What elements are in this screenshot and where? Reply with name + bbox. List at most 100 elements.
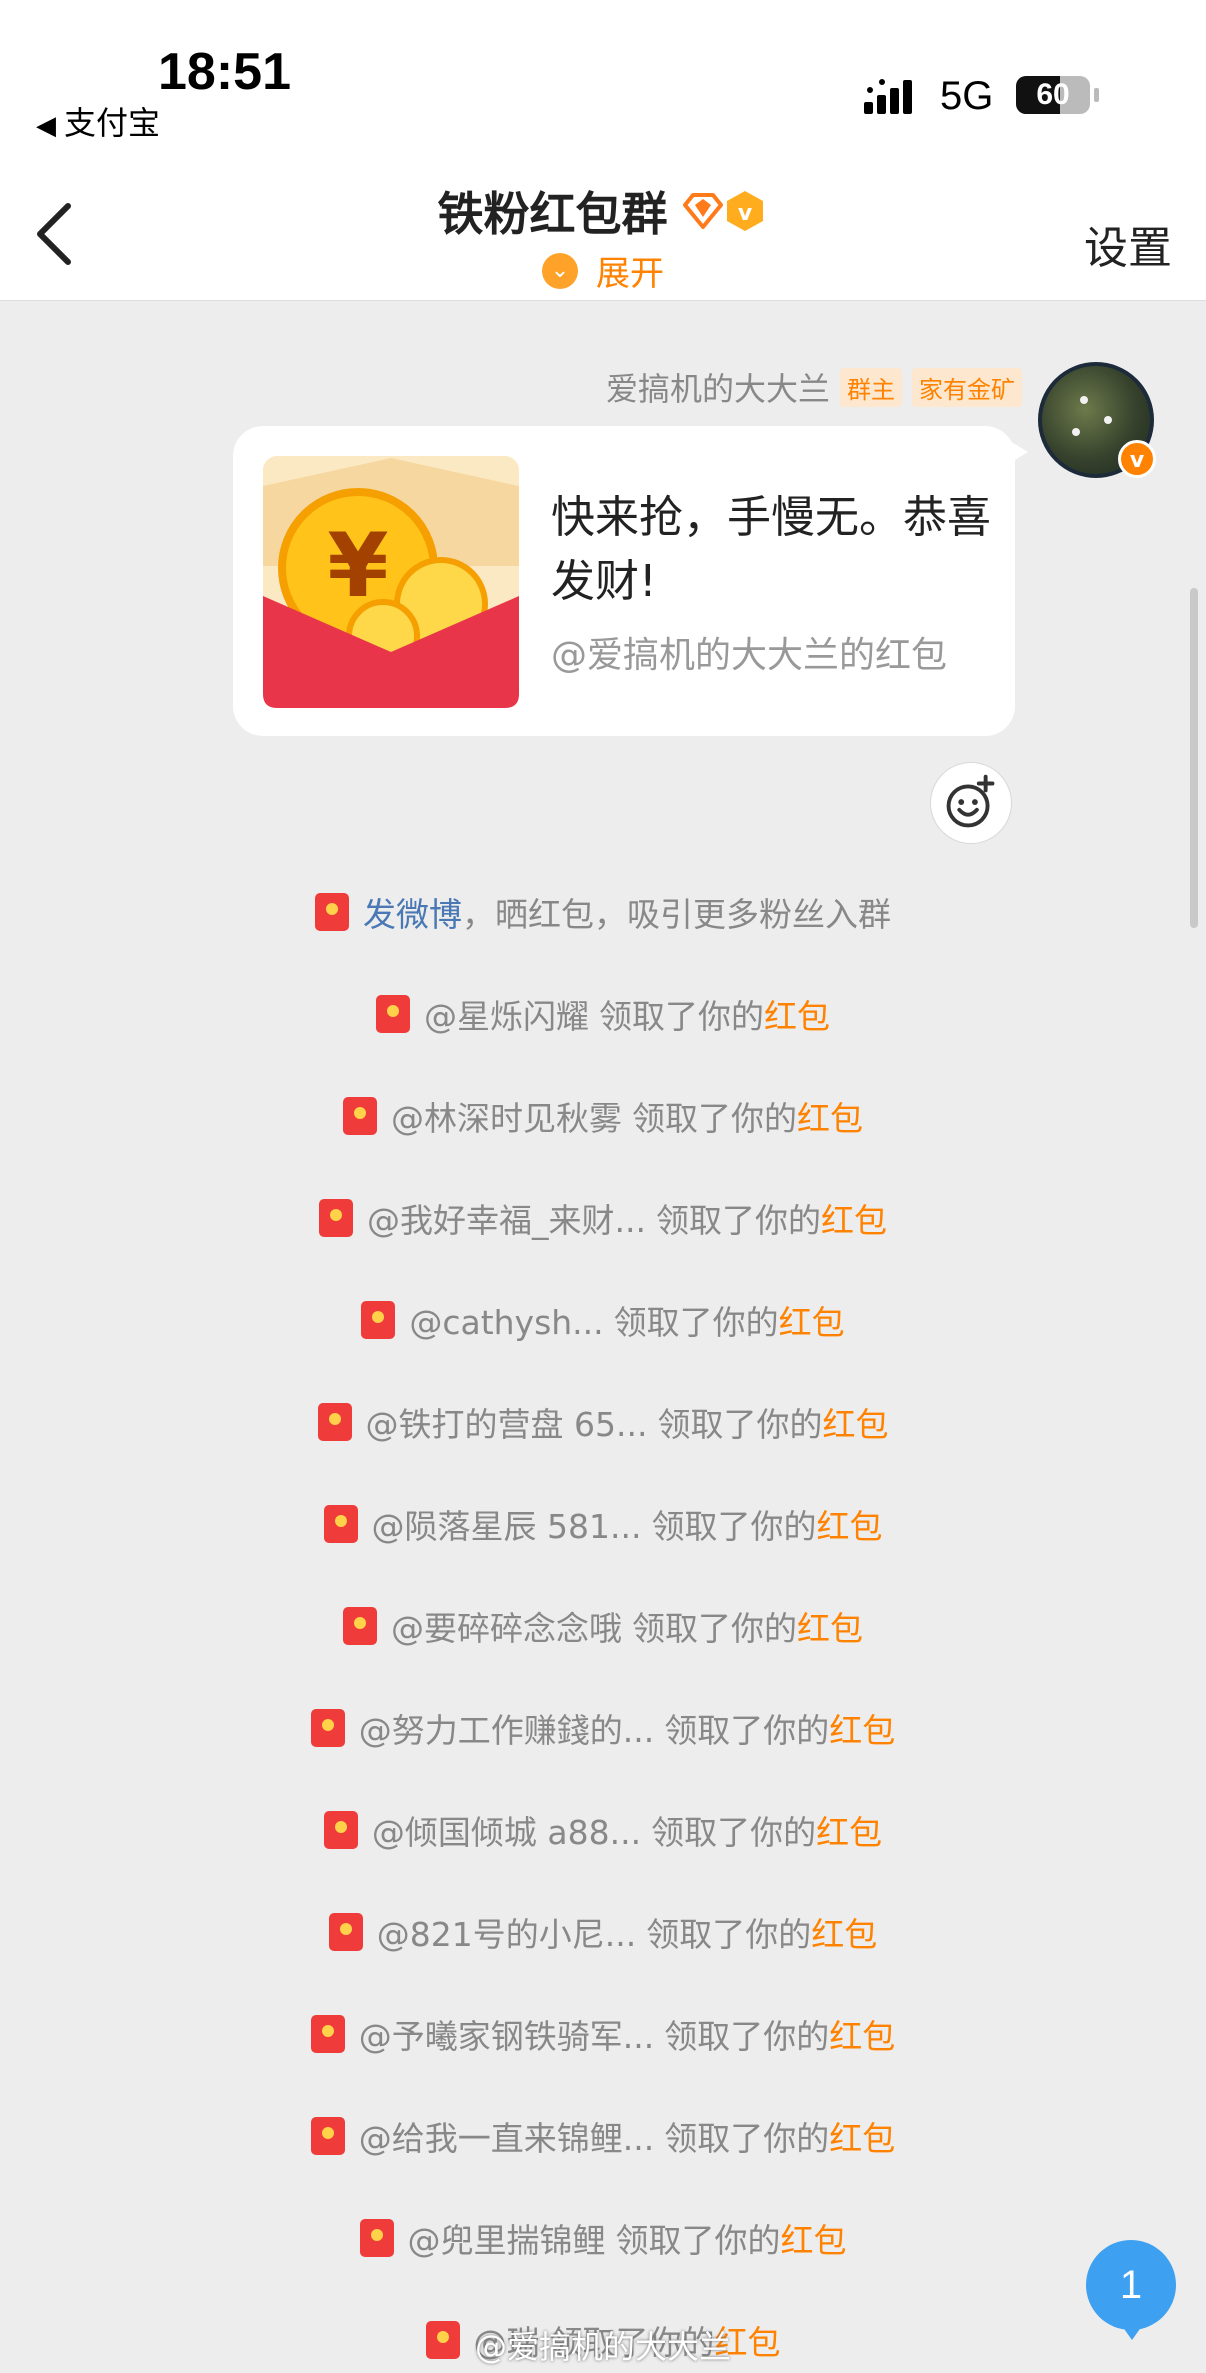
add-reaction-icon[interactable] <box>930 762 1012 844</box>
red-envelope-icon: ¥ <box>263 456 519 708</box>
claim-verb: 领取了你的 <box>651 1507 817 1546</box>
claim-item-link[interactable]: 红包 <box>811 1915 877 1954</box>
post-weibo-link[interactable]: 发微博 <box>363 895 462 934</box>
claim-item-link[interactable]: 红包 <box>829 2017 895 2056</box>
claim-user[interactable]: @821号的小尼... <box>377 1915 636 1954</box>
claim-user[interactable]: @予曦家钢铁骑军... <box>359 2017 654 2056</box>
red-packet-card[interactable]: ¥ 快来抢，手慢无。恭喜发财! @爱搞机的大大兰的红包 <box>233 426 1015 736</box>
claim-notice: @我好幸福_来财... 领取了你的红包 <box>0 1194 1206 1242</box>
battery-percent: 60 <box>1036 78 1070 111</box>
battery-cap <box>1094 88 1099 102</box>
claim-user[interactable]: @陨落星辰 581... <box>372 1507 642 1546</box>
network-type: 5G <box>940 74 994 118</box>
red-packet-icon <box>328 1913 363 1951</box>
claim-item-link[interactable]: 红包 <box>781 2221 847 2260</box>
claim-item-link[interactable]: 红包 <box>764 997 830 1036</box>
owner-tag: 群主 <box>840 367 902 407</box>
red-packet-icon <box>317 1403 352 1441</box>
claim-notice: @予曦家钢铁骑军... 领取了你的红包 <box>0 2010 1206 2058</box>
red-packet-icon <box>310 2117 345 2155</box>
claim-item-link[interactable]: 红包 <box>715 2323 781 2362</box>
title-row: 铁粉红包群 v <box>0 178 1206 244</box>
claim-item-link[interactable]: 红包 <box>816 1813 882 1852</box>
red-packet-source: @爱搞机的大大兰的红包 <box>551 635 948 676</box>
claim-item-link[interactable]: 红包 <box>779 1303 845 1342</box>
claim-verb: 领取了你的 <box>664 2119 830 2158</box>
red-packet-icon <box>323 1505 358 1543</box>
red-packet-title: 快来抢，手慢无。恭喜发财! <box>551 492 991 607</box>
claim-notice: @兜里揣锦鲤 领取了你的红包 <box>0 2214 1206 2262</box>
sender-row: 爱搞机的大大兰 群主 家有金矿 <box>606 364 1022 410</box>
claim-verb: 领取了你的 <box>632 1609 797 1648</box>
claim-user[interactable]: @兜里揣锦鲤 <box>408 2221 606 2260</box>
chat-header: 铁粉红包群 v ⌄ 展开 设置 <box>0 168 1206 301</box>
claim-notice: @陨落星辰 581... 领取了你的红包 <box>0 1500 1206 1548</box>
claim-verb: 领取了你的 <box>646 1915 812 1954</box>
clock: 18:51 <box>158 43 291 101</box>
verified-badge-icon: v <box>1118 440 1156 478</box>
claim-notice: @给我一直来锦鲤... 领取了你的红包 <box>0 2112 1206 2160</box>
claim-notice: @瑞 领取了你的红包 <box>0 2316 1206 2364</box>
share-weibo-prompt: 发微博，晒红包，吸引更多粉丝入群 <box>0 888 1206 936</box>
claim-verb: 领取了你的 <box>651 1813 817 1852</box>
claim-item-link[interactable]: 红包 <box>822 1405 888 1444</box>
claim-notice: @努力工作赚錢的... 领取了你的红包 <box>0 1704 1206 1752</box>
claim-user[interactable]: @努力工作赚錢的... <box>359 1711 654 1750</box>
claim-notice: @cathysh... 领取了你的红包 <box>0 1296 1206 1344</box>
expand-toggle[interactable]: ⌄ 展开 <box>0 246 1206 295</box>
battery-icon: 60 <box>1016 76 1090 114</box>
svg-text:v: v <box>737 201 752 226</box>
claim-item-link[interactable]: 红包 <box>797 1099 863 1138</box>
settings-button[interactable]: 设置 <box>1084 212 1172 276</box>
claim-notice: @林深时见秋雾 领取了你的红包 <box>0 1092 1206 1140</box>
red-packet-icon <box>359 2219 394 2257</box>
claim-notice: @倾国倾城 a88... 领取了你的红包 <box>0 1806 1206 1854</box>
claim-item-link[interactable]: 红包 <box>797 1609 863 1648</box>
claim-item-link[interactable]: 红包 <box>829 2119 895 2158</box>
claim-verb: 领取了你的 <box>549 2323 715 2362</box>
claim-user[interactable]: @我好幸福_来财... <box>367 1201 646 1240</box>
back-app-label: 支付宝 <box>64 104 161 142</box>
claim-item-link[interactable]: 红包 <box>821 1201 887 1240</box>
claim-item-link[interactable]: 红包 <box>816 1507 882 1546</box>
unread-count-badge[interactable]: 1 <box>1086 2240 1176 2340</box>
avatar[interactable]: v <box>1038 362 1156 478</box>
claim-user[interactable]: @倾国倾城 a88... <box>372 1813 641 1852</box>
claim-user[interactable]: @给我一直来锦鲤... <box>359 2119 654 2158</box>
red-packet-icon <box>310 2015 345 2053</box>
red-packet-icon <box>361 1301 396 1339</box>
status-bar: 18:51 ◀ 支付宝 5G 60 <box>0 0 1206 168</box>
red-packet-icon <box>310 1709 345 1747</box>
claim-verb: 领取了你的 <box>613 1303 779 1342</box>
signal-icon <box>864 79 912 114</box>
red-packet-icon <box>343 1097 377 1135</box>
claim-verb: 领取了你的 <box>632 1099 797 1138</box>
claim-user[interactable]: @cathysh... <box>409 1303 603 1342</box>
red-packet-icon <box>425 2321 460 2359</box>
group-title: 铁粉红包群 <box>437 187 668 241</box>
claim-user[interactable]: @要碎碎念念哦 <box>391 1609 622 1648</box>
red-packet-icon <box>323 1811 358 1849</box>
expand-label: 展开 <box>596 254 664 294</box>
claim-verb: 领取了你的 <box>655 1201 821 1240</box>
claim-verb: 领取了你的 <box>657 1405 823 1444</box>
claim-verb: 领取了你的 <box>664 2017 830 2056</box>
claim-verb: 领取了你的 <box>599 997 764 1036</box>
red-packet-icon <box>319 1199 353 1237</box>
back-to-app-link[interactable]: ◀ 支付宝 <box>36 98 160 144</box>
claim-user[interactable]: @林深时见秋雾 <box>391 1099 622 1138</box>
claim-user[interactable]: @瑞 <box>474 2323 540 2362</box>
claim-user[interactable]: @铁打的营盘 65... <box>366 1405 648 1444</box>
red-packet-icon <box>315 893 349 931</box>
chevron-down-icon: ⌄ <box>542 252 578 289</box>
sender-name[interactable]: 爱搞机的大大兰 <box>606 364 830 410</box>
claim-notice: @铁打的营盘 65... 领取了你的红包 <box>0 1398 1206 1446</box>
back-triangle-icon: ◀ <box>36 111 56 141</box>
claim-notice: @星烁闪耀 领取了你的红包 <box>0 990 1206 1038</box>
claim-verb: 领取了你的 <box>615 2221 781 2260</box>
claim-user[interactable]: @星烁闪耀 <box>424 997 589 1036</box>
claim-notice: @821号的小尼... 领取了你的红包 <box>0 1908 1206 1956</box>
claim-item-link[interactable]: 红包 <box>829 1711 895 1750</box>
claim-verb: 领取了你的 <box>664 1711 830 1750</box>
scrollbar[interactable] <box>1190 588 1198 928</box>
